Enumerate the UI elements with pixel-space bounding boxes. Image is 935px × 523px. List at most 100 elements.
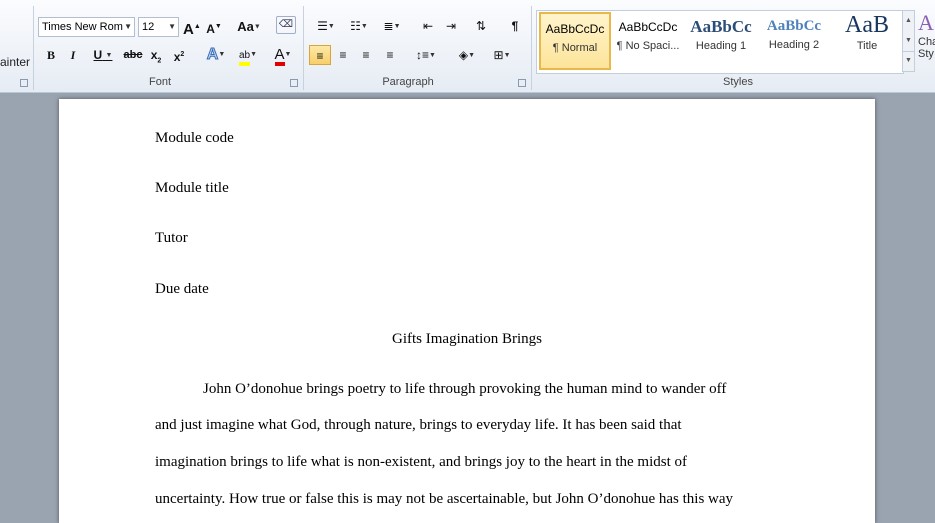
line-spacing-button[interactable]: ↕≡▼ [412, 45, 440, 65]
shrink-font-button[interactable]: A▼ [206, 17, 222, 37]
paragraph-line: uncertainty. How true or false this is m… [155, 491, 734, 507]
styles-group-label: Styles [723, 76, 753, 88]
show-formatting-button[interactable]: ¶ [505, 16, 525, 36]
bold-button[interactable]: B [43, 45, 59, 65]
style-sample: AaBbCc [766, 18, 822, 34]
italic-button[interactable]: I [65, 45, 81, 65]
decrease-indent-button[interactable]: ⇤ [418, 16, 438, 36]
justify-icon: ≡ [386, 48, 394, 62]
highlight-icon: ab [238, 50, 251, 66]
sort-icon: ⇅ [475, 19, 487, 33]
style-heading-2[interactable]: AaBbCc Heading 2 [758, 12, 830, 70]
multilevel-list-icon: ≣ [383, 19, 394, 33]
style-name: ¶ No Spaci... [616, 40, 680, 52]
style-name: Heading 2 [768, 39, 820, 51]
clipboard-dialog-launcher[interactable] [20, 79, 28, 87]
change-case-button[interactable]: Aa▼ [236, 17, 262, 37]
style-normal[interactable]: AaBbCcDc ¶ Normal [539, 12, 611, 70]
tutor-line: Tutor [155, 230, 188, 246]
ribbon-separator [531, 6, 532, 90]
borders-icon: ⊞ [493, 48, 504, 62]
change-styles-button[interactable]: A Cha Sty [918, 10, 935, 74]
line-spacing-icon: ↕≡ [416, 48, 430, 62]
style-no-spacing[interactable]: AaBbCcDc ¶ No Spaci... [612, 12, 684, 70]
justify-button[interactable]: ≡ [380, 45, 400, 65]
grow-font-icon: A [183, 21, 194, 38]
more-styles-icon[interactable]: ▼ [903, 51, 914, 70]
underline-button[interactable]: U ▼ [88, 45, 118, 65]
font-size-value: 12 [142, 21, 155, 33]
paragraph-line: imagination brings to life what is non-e… [155, 454, 687, 470]
chevron-up-icon[interactable]: ▲ [903, 11, 914, 31]
italic-icon: I [70, 48, 76, 62]
module-code-line: Module code [155, 130, 234, 146]
align-center-button[interactable]: ≡ [333, 45, 353, 65]
font-group-label: Font [148, 76, 171, 88]
align-left-button[interactable]: ≡ [309, 45, 331, 65]
change-styles-label: Cha [918, 36, 935, 48]
styles-scroll: ▲ ▼ ▼ [902, 10, 915, 72]
ribbon-separator [303, 6, 304, 90]
document-title: Gifts Imagination Brings [392, 331, 542, 347]
style-name: Title [856, 40, 878, 52]
shrink-font-icon: A [206, 22, 215, 36]
multilevel-list-button[interactable]: ≣▼ [377, 16, 407, 36]
style-sample: AaBbCc [690, 17, 752, 36]
numbering-icon: ☷ [350, 19, 361, 33]
shading-button[interactable]: ◈▼ [452, 45, 482, 65]
styles-gallery: AaBbCcDc ¶ Normal AaBbCcDc ¶ No Spaci...… [536, 10, 904, 74]
clear-formatting-button[interactable]: ⌫ [276, 16, 296, 34]
style-title[interactable]: AaB Title [831, 12, 903, 70]
decrease-indent-icon: ⇤ [422, 19, 434, 33]
align-left-icon: ≡ [316, 49, 324, 63]
format-painter-button[interactable]: ainter [0, 55, 30, 69]
underline-icon: U [93, 48, 103, 62]
bullets-icon: ☰ [317, 19, 328, 33]
pilcrow-icon: ¶ [511, 19, 519, 33]
font-color-button[interactable]: A▼ [268, 45, 298, 66]
font-name-value: Times New Rom [42, 21, 123, 33]
paint-bucket-icon: ◈ [458, 48, 469, 62]
borders-button[interactable]: ⊞▼ [487, 45, 517, 65]
paragraph-line: and just imagine what God, through natur… [155, 417, 682, 433]
chevron-down-icon: ▼ [124, 22, 132, 31]
font-name-combo[interactable]: Times New Rom ▼ [38, 17, 135, 37]
align-right-button[interactable]: ≡ [356, 45, 376, 65]
subscript-button[interactable]: x2 [148, 45, 164, 65]
text-effects-button[interactable]: A▼ [202, 45, 230, 65]
highlight-button[interactable]: ab▼ [233, 45, 263, 66]
eraser-icon: ⌫ [278, 19, 294, 30]
increase-indent-button[interactable]: ⇥ [441, 16, 461, 36]
due-date-line: Due date [155, 281, 209, 297]
strikethrough-icon: abc [123, 49, 143, 61]
bullets-button[interactable]: ☰▼ [311, 16, 341, 36]
grow-font-button[interactable]: A▲ [183, 17, 201, 38]
style-sample: AaB [845, 12, 889, 38]
paragraph-dialog-launcher[interactable] [518, 79, 526, 87]
style-sample: AaBbCcDc [545, 22, 605, 36]
strikethrough-button[interactable]: abc [122, 45, 144, 65]
text-effects-icon: A [206, 46, 219, 64]
sort-button[interactable]: ⇅ [471, 16, 491, 36]
ribbon-separator [33, 6, 34, 90]
style-name: Heading 1 [695, 40, 747, 52]
ribbon: ainter Times New Rom ▼ 12 ▼ A▲ A▼ Aa▼ ⌫ … [0, 0, 935, 93]
style-heading-1[interactable]: AaBbCc Heading 1 [685, 12, 757, 70]
align-right-icon: ≡ [362, 48, 370, 62]
font-dialog-launcher[interactable] [290, 79, 298, 87]
style-sample: AaBbCcDc [618, 20, 678, 34]
paragraph-line: John O’donohue brings poetry to life thr… [203, 381, 727, 397]
bold-icon: B [46, 48, 55, 62]
module-title-line: Module title [155, 180, 229, 196]
align-center-icon: ≡ [339, 48, 347, 62]
chevron-down-icon[interactable]: ▼ [903, 31, 914, 51]
numbering-button[interactable]: ☷▼ [344, 16, 374, 36]
paragraph-group-label: Paragraph [382, 76, 434, 88]
superscript-button[interactable]: x2 [171, 45, 187, 65]
font-color-icon: A [274, 47, 285, 66]
font-size-combo[interactable]: 12 ▼ [138, 17, 179, 37]
change-case-icon: Aa [237, 19, 254, 34]
change-styles-icon: A [918, 10, 934, 35]
increase-indent-icon: ⇥ [445, 19, 457, 33]
chevron-down-icon: ▼ [168, 22, 176, 31]
